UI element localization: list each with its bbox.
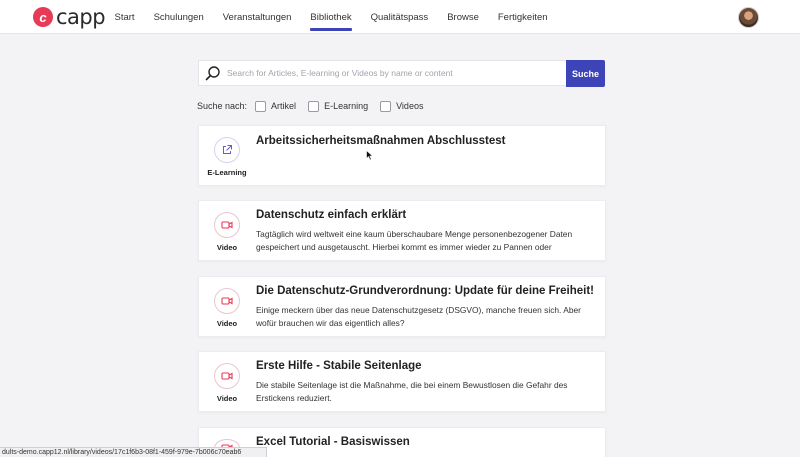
nav-item-qualitaetspass[interactable]: Qualitätspass <box>361 0 438 34</box>
nav-item-schulungen[interactable]: Schulungen <box>144 0 213 34</box>
logo-mark-icon: c <box>33 7 53 27</box>
type-label: E-Learning <box>207 168 247 177</box>
e-learning-checkbox[interactable] <box>308 100 320 112</box>
result-title[interactable]: Datenschutz einfach erklärt <box>256 209 406 221</box>
type-label: Video <box>216 394 238 403</box>
nav-item-browse[interactable]: Browse <box>438 0 489 34</box>
result-card[interactable]: Video Die Datenschutz-Grundverordnung: U… <box>198 276 606 337</box>
video-camera-icon <box>214 212 240 238</box>
nav-item-fertigkeiten[interactable]: Fertigkeiten <box>488 0 557 34</box>
filter-e-learning-label: E-Learning <box>324 101 369 111</box>
top-navigation-bar: c capp Start Schulungen Veranstaltungen … <box>0 0 800 34</box>
nav-item-bibliothek[interactable]: Bibliothek <box>301 0 361 34</box>
mouse-cursor-icon <box>366 150 374 161</box>
result-title[interactable]: Die Datenschutz-Grundverordnung: Update … <box>256 285 594 297</box>
browser-status-url: dults-demo.capp12.nl/library/videos/17c1… <box>0 447 267 457</box>
filter-e-learning[interactable]: E-Learning <box>308 100 369 112</box>
videos-checkbox[interactable] <box>380 100 392 112</box>
app-logo[interactable]: c capp <box>33 5 106 29</box>
filter-videos-label: Videos <box>396 101 424 111</box>
video-camera-icon <box>214 363 240 389</box>
result-card[interactable]: Video Erste Hilfe - Stabile Seitenlage D… <box>198 351 606 412</box>
filter-artikel-label: Artikel <box>271 101 297 111</box>
main-nav: Start Schulungen Veranstaltungen Bibliot… <box>105 0 557 34</box>
nav-item-veranstaltungen[interactable]: Veranstaltungen <box>213 0 301 34</box>
nav-item-start[interactable]: Start <box>105 0 144 34</box>
logo-text: capp <box>56 5 106 29</box>
result-description: Einige meckern über das neue Datenschutz… <box>256 305 581 328</box>
type-badge: E-Learning <box>199 126 255 185</box>
result-title[interactable]: Excel Tutorial - Basiswissen <box>256 436 410 448</box>
type-badge: Video <box>199 277 255 336</box>
result-title[interactable]: Erste Hilfe - Stabile Seitenlage <box>256 360 422 372</box>
search-filter-row: Suche nach: Artikel E-Learning Videos <box>197 99 435 113</box>
filter-videos[interactable]: Videos <box>380 100 424 112</box>
result-description: Tagtäglich wird weltweit eine kaum übers… <box>256 229 573 252</box>
video-camera-icon <box>214 288 240 314</box>
search-input[interactable] <box>227 61 557 85</box>
search-box <box>198 60 566 86</box>
result-title[interactable]: Arbeitssicherheitsmaßnahmen Abschlusstes… <box>256 135 505 147</box>
type-badge: Video <box>199 201 255 260</box>
filter-label: Suche nach: <box>197 101 248 111</box>
user-avatar[interactable] <box>738 7 759 28</box>
result-card[interactable]: E-Learning Arbeitssicherheitsmaßnahmen A… <box>198 125 606 186</box>
search-button[interactable]: Suche <box>566 60 605 87</box>
result-card[interactable]: Video Datenschutz einfach erklärt Tagtäg… <box>198 200 606 261</box>
filter-artikel[interactable]: Artikel <box>255 100 297 112</box>
search-icon <box>205 66 220 81</box>
result-description: Die stabile Seitenlage ist die Maßnahme,… <box>256 380 568 403</box>
artikel-checkbox[interactable] <box>255 100 267 112</box>
type-label: Video <box>216 243 238 252</box>
external-link-icon <box>214 137 240 163</box>
type-label: Video <box>216 319 238 328</box>
type-badge: Video <box>199 352 255 411</box>
